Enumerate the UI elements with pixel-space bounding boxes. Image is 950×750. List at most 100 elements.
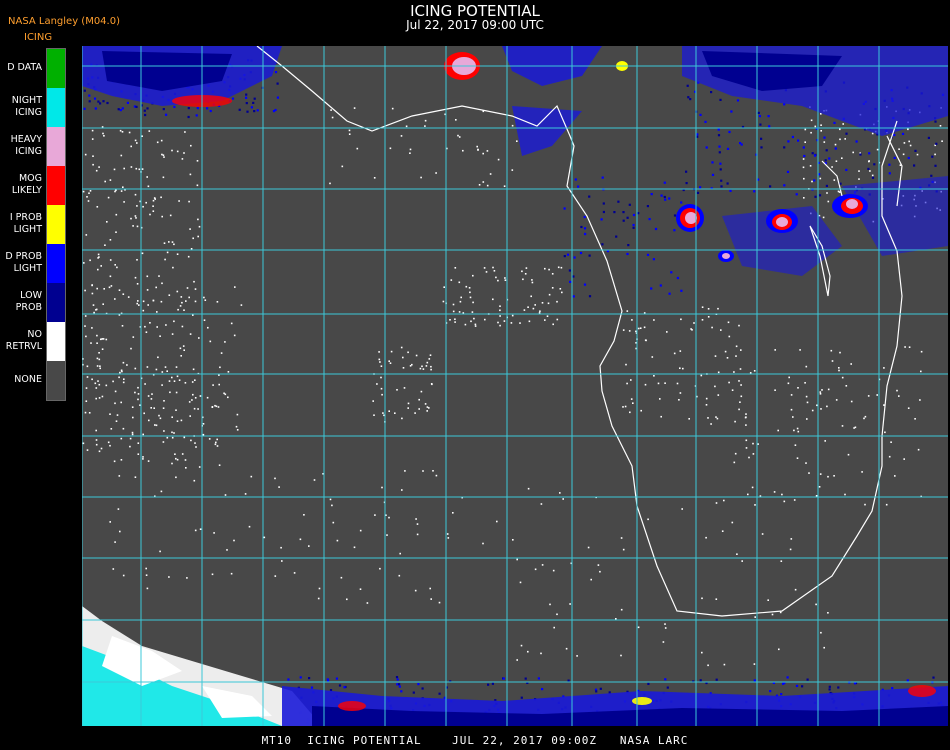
cloud-pixel: [376, 383, 378, 385]
cloud-pixel: [119, 530, 121, 533]
icing-pixel: [689, 98, 692, 101]
cloud-pixel: [145, 201, 147, 204]
cloud-pixel: [430, 365, 432, 368]
cloud-pixel: [826, 405, 828, 408]
cloud-pixel: [161, 215, 163, 218]
cloud-pixel: [148, 419, 150, 422]
cloud-pixel: [673, 352, 676, 355]
cloud-pixel: [176, 253, 179, 255]
cloud-pixel: [483, 267, 486, 269]
cloud-pixel: [418, 408, 420, 410]
icing-pixel: [338, 684, 342, 687]
icing-pixel: [718, 145, 721, 148]
icing-pixel: [568, 269, 571, 272]
cloud-pixel: [149, 213, 151, 216]
cloud-pixel: [157, 356, 159, 359]
cloud-pixel: [821, 389, 823, 391]
cloud-fields: [82, 56, 945, 726]
cloud-pixel: [176, 458, 179, 461]
cloud-pixel: [797, 430, 800, 433]
cloud-pixel: [220, 352, 223, 354]
cloud-pixel: [190, 144, 192, 147]
icing-pixel: [717, 128, 720, 131]
icing-pixel: [787, 140, 790, 143]
cloud-pixel: [388, 516, 390, 519]
cloud-pixel: [192, 237, 194, 240]
cloud-pixel: [194, 379, 196, 381]
cloud-pixel: [664, 382, 666, 384]
cloud-pixel: [166, 251, 169, 254]
cloud-pixel: [842, 123, 844, 125]
cloud-pixel: [119, 129, 122, 132]
cloud-pixel: [620, 654, 622, 657]
cloud-pixel: [188, 200, 190, 203]
cloud-pixel: [244, 493, 247, 495]
icing-pixel: [579, 251, 583, 255]
cloud-pixel: [88, 192, 90, 194]
cloud-pixel: [109, 239, 112, 241]
cloud-pixel: [826, 192, 828, 194]
cloud-pixel: [199, 395, 202, 397]
icing-map[interactable]: [82, 46, 948, 726]
cloud-pixel: [132, 416, 134, 419]
cloud-pixel: [510, 322, 513, 324]
cloud-pixel: [841, 157, 843, 159]
cloud-pixel: [100, 265, 102, 267]
cloud-pixel: [145, 331, 148, 333]
cloud-pixel: [166, 370, 168, 372]
icing-pixel: [99, 102, 102, 105]
icing-pixel: [146, 107, 149, 110]
cloud-pixel: [790, 394, 793, 396]
cloud-pixel: [194, 300, 197, 303]
cloud-pixel: [149, 322, 151, 324]
cloud-pixel: [780, 560, 783, 562]
icing-pixel: [931, 155, 934, 158]
cloud-pixel: [544, 319, 546, 321]
icing-pixel: [699, 186, 702, 189]
cloud-pixel: [920, 370, 922, 373]
cloud-pixel: [113, 168, 116, 171]
cloud-pixel: [682, 367, 684, 370]
cloud-pixel: [524, 273, 527, 275]
cloud-pixel: [830, 349, 833, 352]
cloud-pixel: [85, 234, 88, 236]
cloud-pixel: [162, 176, 165, 179]
cloud-pixel: [896, 389, 898, 392]
cloud-pixel: [144, 325, 146, 328]
cloud-pixel: [556, 613, 558, 616]
cloud-pixel: [135, 217, 137, 219]
cloud-pixel: [485, 271, 488, 273]
cloud-pixel: [827, 475, 829, 478]
cloud-pixel: [390, 350, 393, 353]
cloud-pixel: [431, 383, 433, 386]
icing-pixel: [760, 137, 763, 140]
cloud-pixel: [214, 404, 216, 407]
icing-pixel: [438, 692, 441, 695]
icing-pixel: [696, 133, 699, 136]
icing-pixel: [572, 275, 575, 278]
icing-pixel: [740, 143, 743, 146]
cloud-pixel: [348, 133, 351, 135]
icing-pixel: [893, 156, 896, 159]
cloud-pixel: [90, 342, 92, 344]
legend-swatch: [47, 127, 65, 166]
cloud-pixel: [630, 379, 632, 381]
cloud-pixel: [754, 504, 756, 506]
icing-pixel: [673, 229, 676, 232]
cloud-pixel: [711, 326, 713, 329]
cloud-pixel: [748, 456, 750, 459]
icing-pixel: [601, 176, 604, 179]
cloud-pixel: [181, 158, 184, 160]
icing-pixel: [574, 178, 577, 181]
icing-pixel: [720, 179, 723, 182]
cloud-pixel: [373, 177, 376, 179]
cloud-pixel: [497, 321, 499, 324]
icing-pixel: [795, 193, 798, 196]
cloud-pixel: [469, 296, 472, 299]
cloud-pixel: [402, 356, 404, 359]
cloud-pixel: [822, 216, 825, 219]
cloud-pixel: [182, 345, 185, 347]
icing-pixel: [626, 252, 629, 256]
cloud-pixel: [134, 139, 137, 142]
cloud-pixel: [527, 650, 529, 653]
